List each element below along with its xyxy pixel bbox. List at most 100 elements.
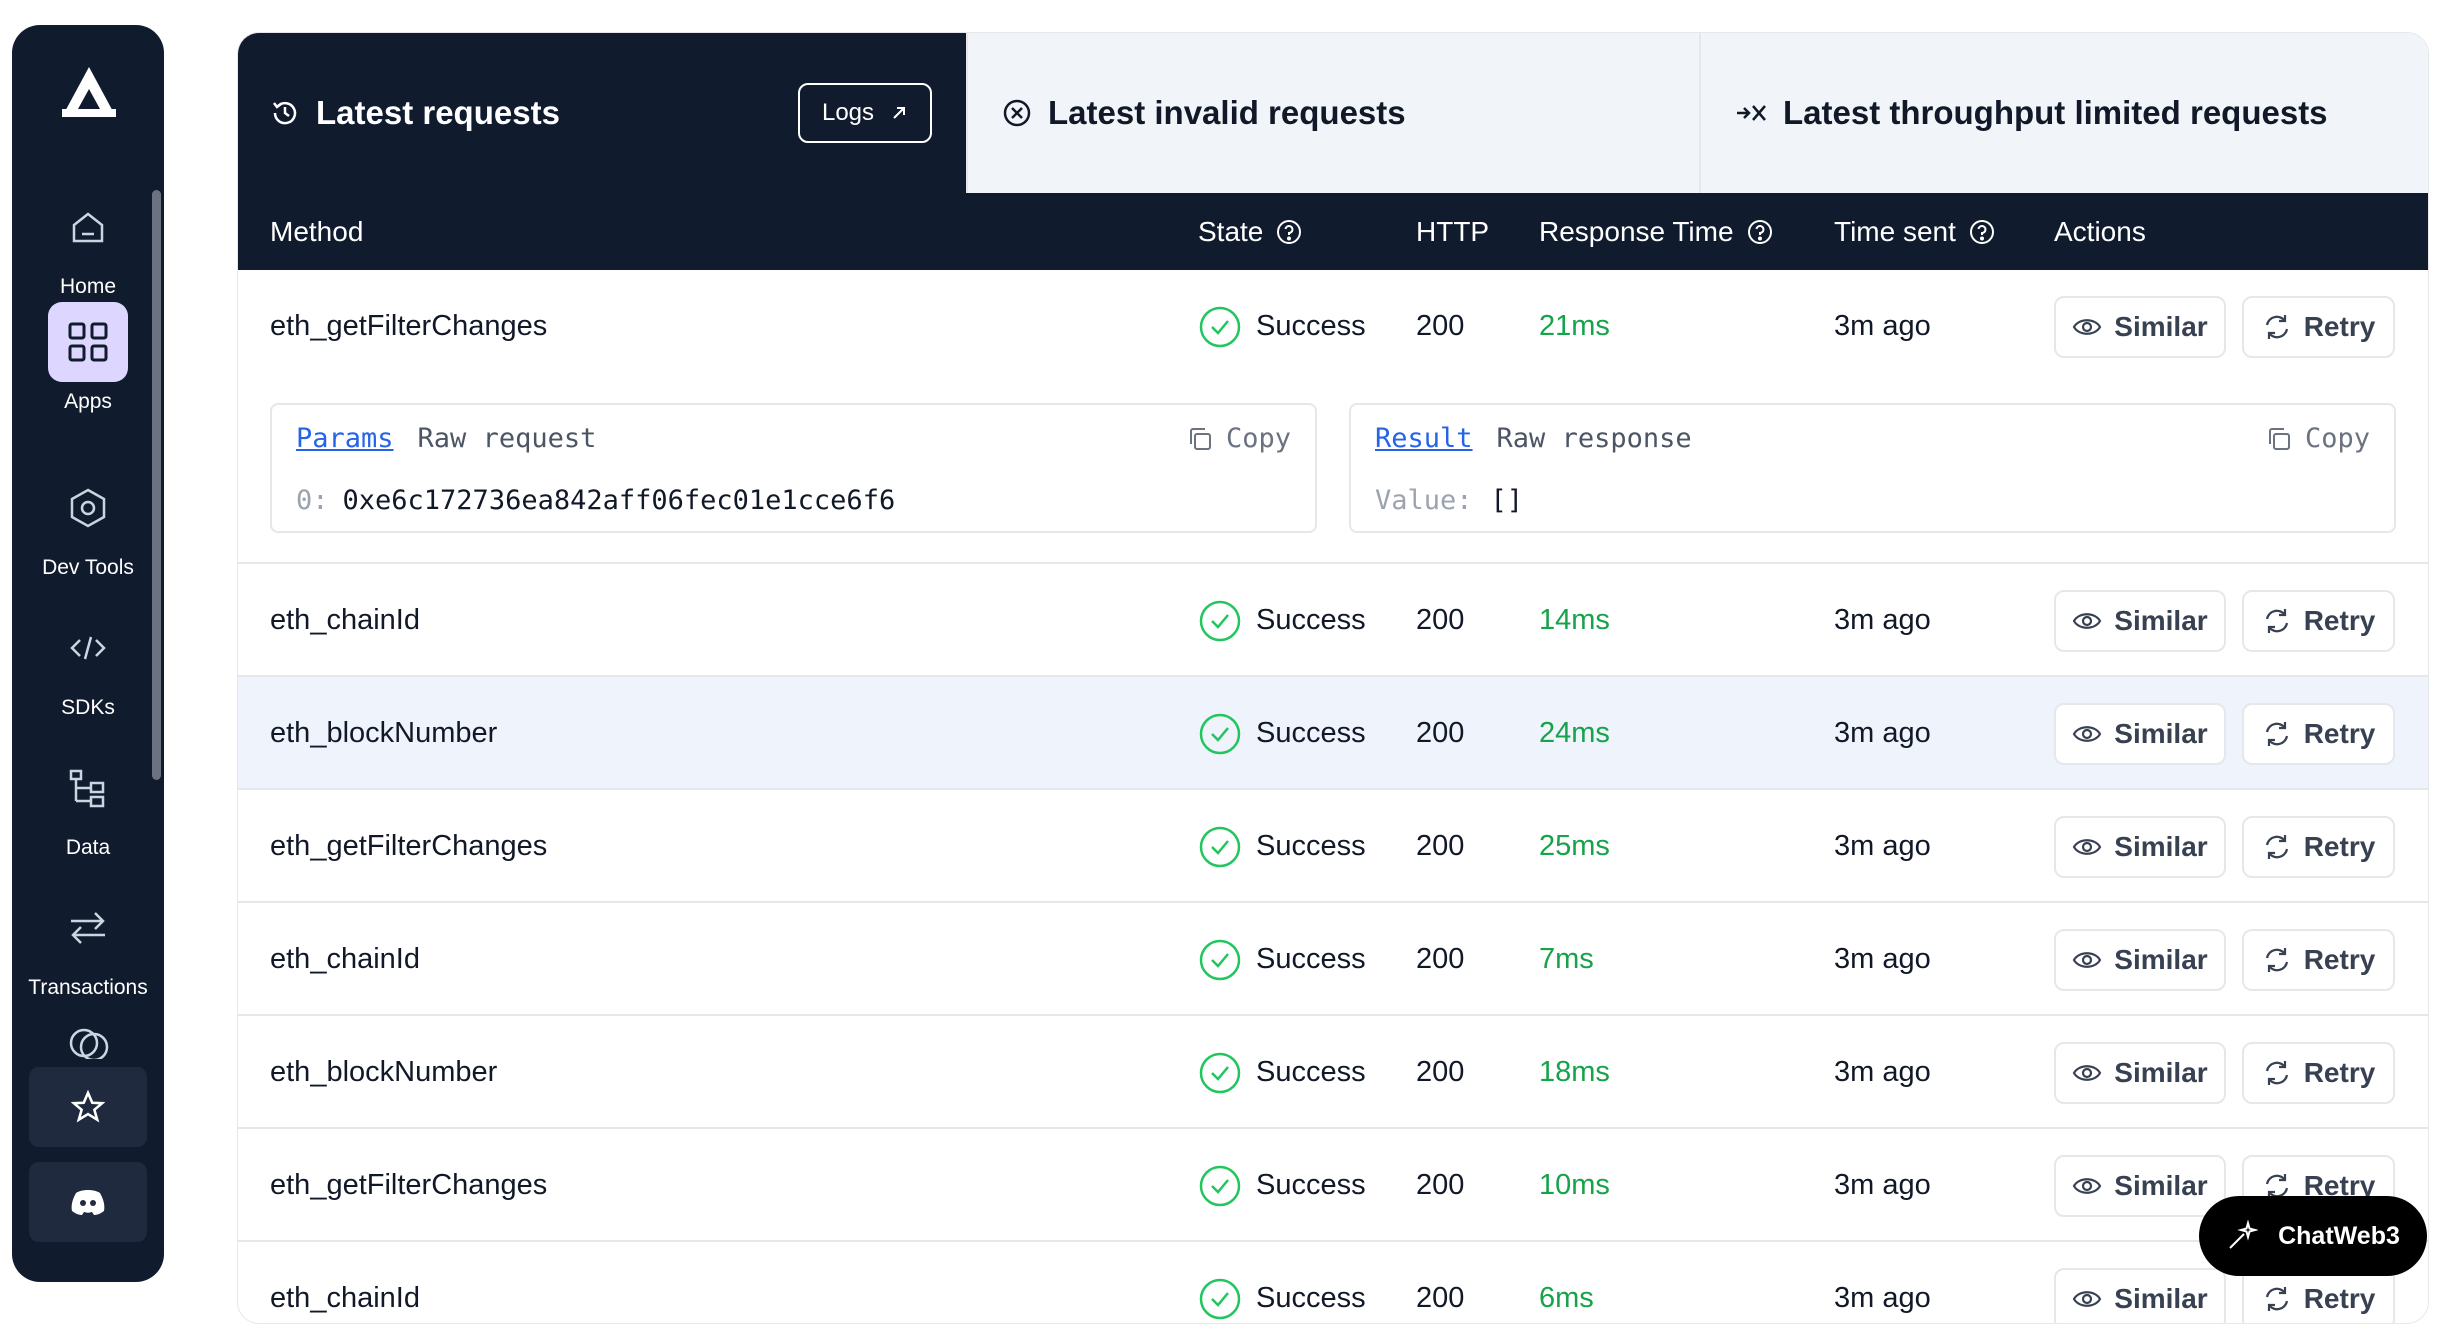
success-check-icon <box>1199 1278 1241 1319</box>
response-time-cell: 25ms <box>1539 830 1610 862</box>
state-cell: Success <box>1198 270 1366 383</box>
method-cell: eth_getFilterChanges <box>270 310 548 342</box>
state-label: Success <box>1256 604 1366 636</box>
similar-button[interactable]: Similar <box>2054 929 2226 991</box>
tab-bar: Latest requests Logs Latest invalid requ… <box>238 33 2428 193</box>
eye-icon <box>2073 1178 2102 1194</box>
table-row[interactable]: eth_blockNumber Success 200 18ms 3m ago Simil… <box>238 1016 2428 1129</box>
sidebar-scrollbar[interactable] <box>152 190 161 780</box>
result-panel: Result Raw response Copy Value: [] <box>1349 403 2396 533</box>
help-icon[interactable] <box>1746 218 1774 246</box>
retry-icon <box>2265 609 2288 633</box>
raw-response-tab[interactable]: Raw response <box>1497 423 1692 454</box>
time-sent-cell: 3m ago <box>1834 1169 1931 1201</box>
method-cell: eth_getFilterChanges <box>270 830 548 862</box>
column-header-http[interactable]: HTTP <box>1416 193 1489 270</box>
result-tab[interactable]: Result <box>1375 423 1473 454</box>
method-cell: eth_blockNumber <box>270 1056 498 1088</box>
tab-throughput-limited[interactable]: Latest throughput limited requests <box>1699 33 2428 193</box>
retry-button[interactable]: Retry <box>2242 1268 2395 1323</box>
similar-button[interactable]: Similar <box>2054 296 2226 358</box>
column-header-state[interactable]: State <box>1198 193 1303 270</box>
help-icon[interactable] <box>1275 218 1303 246</box>
retry-icon <box>2265 1061 2288 1085</box>
similar-button[interactable]: Similar <box>2054 816 2226 878</box>
apps-grid-icon <box>48 302 128 382</box>
sidebar-item-apps[interactable]: Apps <box>12 302 164 414</box>
table-row[interactable]: eth_getFilterChanges Success 200 25ms 3m ago… <box>238 790 2428 903</box>
similar-button[interactable]: Similar <box>2054 1042 2226 1104</box>
chatweb3-button[interactable]: ChatWeb3 <box>2199 1196 2427 1276</box>
data-tree-icon <box>48 748 128 828</box>
column-header-time-sent[interactable]: Time sent <box>1834 193 1996 270</box>
state-label: Success <box>1256 943 1366 975</box>
tab-label: Latest throughput limited requests <box>1783 94 2328 131</box>
raw-request-tab[interactable]: Raw request <box>418 423 597 454</box>
sidebar-item-dev-tools[interactable]: Dev Tools <box>12 468 164 580</box>
success-check-icon <box>1199 306 1241 347</box>
eye-icon <box>2073 839 2102 855</box>
state-label: Success <box>1256 717 1366 749</box>
favorites-button[interactable] <box>29 1067 147 1147</box>
eye-icon <box>2073 1291 2102 1307</box>
time-sent-cell: 3m ago <box>1834 717 1931 749</box>
result-key: Value: <box>1375 485 1473 516</box>
hexagon-icon <box>48 468 128 548</box>
external-link-icon <box>893 107 906 119</box>
param-value: 0xe6c172736ea842aff06fec01e1cce6f6 <box>342 485 896 516</box>
state-cell: Success <box>1198 677 1366 790</box>
result-value: [] <box>1490 485 1524 516</box>
similar-button[interactable]: Similar <box>2054 590 2226 652</box>
sidebar-item-sdks[interactable]: SDKs <box>12 608 164 720</box>
retry-button[interactable]: Retry <box>2242 296 2395 358</box>
eye-icon <box>2073 952 2102 968</box>
logo-icon[interactable] <box>60 63 118 121</box>
copy-result-button[interactable]: Copy <box>2265 423 2370 454</box>
table-row[interactable]: eth_getFilterChanges Success 200 21ms 3m ago… <box>238 270 2428 383</box>
table-header: Method State HTTP Response Time Time sen… <box>238 193 2428 270</box>
state-cell: Success <box>1198 790 1366 903</box>
column-header-response-time[interactable]: Response Time <box>1539 193 1774 270</box>
response-time-cell: 18ms <box>1539 1056 1610 1088</box>
throughput-limit-icon <box>1737 105 1766 121</box>
home-icon <box>48 187 128 267</box>
tab-latest-requests[interactable]: Latest requests Logs <box>238 33 966 193</box>
tab-invalid-requests[interactable]: Latest invalid requests <box>966 33 1699 193</box>
state-label: Success <box>1256 310 1366 342</box>
retry-button[interactable]: Retry <box>2242 590 2395 652</box>
partial-nav-icon[interactable] <box>68 1025 110 1059</box>
http-status-cell: 200 <box>1416 1056 1465 1088</box>
response-time-cell: 14ms <box>1539 604 1610 636</box>
table-row[interactable]: eth_chainId Success 200 7ms 3m ago Similar Ret… <box>238 903 2428 1016</box>
table-row[interactable]: eth_getFilterChanges Success 200 10ms 3m ago… <box>238 1129 2428 1242</box>
success-check-icon <box>1199 600 1241 641</box>
discord-icon <box>71 1190 105 1215</box>
retry-button[interactable]: Retry <box>2242 1042 2395 1104</box>
retry-button[interactable]: Retry <box>2242 929 2395 991</box>
sidebar-item-transactions[interactable]: Transactions <box>12 888 164 1000</box>
requests-panel: Latest requests Logs Latest invalid requ… <box>237 32 2429 1324</box>
similar-button[interactable]: Similar <box>2054 1155 2226 1217</box>
retry-button[interactable]: Retry <box>2242 703 2395 765</box>
response-time-cell: 6ms <box>1539 1282 1594 1314</box>
help-icon[interactable] <box>1968 218 1996 246</box>
time-sent-cell: 3m ago <box>1834 1056 1931 1088</box>
http-status-cell: 200 <box>1416 1169 1465 1201</box>
table-row[interactable]: eth_chainId Success 200 6ms 3m ago Similar Ret… <box>238 1242 2428 1323</box>
sidebar-item-data[interactable]: Data <box>12 748 164 860</box>
similar-button[interactable]: Similar <box>2054 1268 2226 1323</box>
params-tab[interactable]: Params <box>296 423 394 454</box>
retry-button[interactable]: Retry <box>2242 816 2395 878</box>
sidebar-item-home[interactable]: Home <box>12 187 164 299</box>
copy-params-button[interactable]: Copy <box>1186 423 1291 454</box>
logs-button[interactable]: Logs <box>798 83 932 143</box>
sidebar-item-label: SDKs <box>61 696 115 719</box>
state-cell: Success <box>1198 564 1366 677</box>
similar-button[interactable]: Similar <box>2054 703 2226 765</box>
column-header-method[interactable]: Method <box>270 193 363 270</box>
discord-button[interactable] <box>29 1162 147 1242</box>
sidebar-item-label: Home <box>59 275 117 298</box>
response-time-cell: 7ms <box>1539 943 1594 975</box>
table-row[interactable]: eth_chainId Success 200 14ms 3m ago Similar Re… <box>238 564 2428 677</box>
table-row[interactable]: eth_blockNumber Success 200 24ms 3m ago Simil… <box>238 677 2428 790</box>
